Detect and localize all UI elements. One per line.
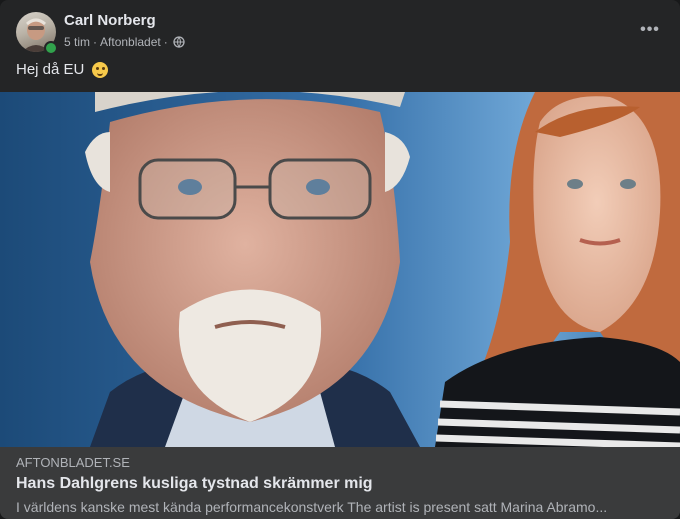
- meta-separator: ·: [93, 35, 98, 49]
- post-time[interactable]: 5 tim: [64, 35, 90, 49]
- author-name[interactable]: Carl Norberg: [64, 12, 156, 29]
- link-title[interactable]: Hans Dahlgrens kusliga tystnad skrämmer …: [16, 475, 373, 493]
- link-preview-image[interactable]: [0, 92, 680, 447]
- post-text: Hej då EU: [16, 61, 109, 78]
- post-header: Carl Norberg 5 tim · Aftonbladet · •••: [0, 0, 680, 60]
- link-description: I världens kanske mest kända performance…: [16, 499, 608, 515]
- winking-face-emoji: [92, 61, 109, 78]
- link-domain: AFTONBLADET.SE: [16, 455, 130, 470]
- globe-icon[interactable]: [173, 36, 185, 48]
- post-card: Carl Norberg 5 tim · Aftonbladet · ••• H…: [0, 0, 680, 519]
- meta-separator: ·: [163, 35, 168, 49]
- online-status-dot: [44, 41, 58, 55]
- post-meta: 5 tim · Aftonbladet ·: [64, 35, 185, 49]
- post-text-content: Hej då EU: [16, 61, 85, 78]
- post-source[interactable]: Aftonbladet: [100, 35, 161, 49]
- more-options-icon[interactable]: •••: [636, 16, 664, 44]
